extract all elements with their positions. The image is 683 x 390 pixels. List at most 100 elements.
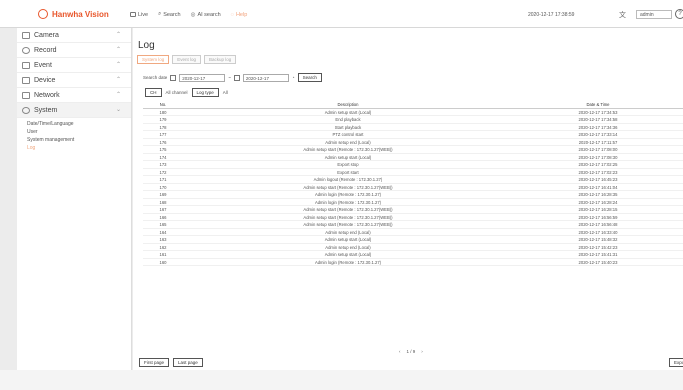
last-page-button[interactable]: Last page (173, 358, 203, 367)
row-datetime: 2020-12-17 16:56:48 (578, 222, 618, 227)
row-datetime: 2020-12-17 16:28:15 (578, 207, 618, 212)
next-page-button[interactable]: › (421, 349, 423, 354)
table-row[interactable]: 164 Admin setup end (Local) 2020-12-17 16:… (143, 229, 683, 236)
table-row[interactable]: 179 End playback 2020-12-17 17:34:58 (143, 116, 683, 124)
table-row[interactable]: 166 Admin setup start (Remote : 172.30.1.… (143, 214, 683, 221)
system-submenu: Date/Time/Language User System managemen… (17, 118, 131, 153)
row-number: 169 (159, 192, 167, 197)
row-number: 164 (159, 229, 167, 235)
nav-live[interactable]: Live (130, 11, 148, 18)
row-description: Admin setup end (Local) (325, 229, 371, 235)
row-description: Admin setup start (Remote : 172.30.1.27(… (303, 222, 393, 227)
table-row[interactable]: 169 Admin login (Remote : 172.30.1.27) 202… (143, 191, 683, 199)
table-row[interactable]: 165 Admin setup start (Remote : 172.30.1.… (143, 221, 683, 229)
submenu-system-management[interactable]: System management (27, 137, 131, 145)
log-tabs: System log Event log Backup log (137, 55, 237, 64)
table-row[interactable]: 180 Admin setup start (Local) 2020-12-17 1… (143, 109, 683, 116)
first-page-button[interactable]: First page (139, 358, 170, 367)
channel-button[interactable]: CH (145, 88, 162, 97)
sidebar-item-camera[interactable]: Camera ⌃ (17, 28, 131, 43)
sidebar-item-system[interactable]: System ⌄ (17, 103, 131, 118)
submenu-user[interactable]: User (27, 129, 131, 137)
page-title: Log (138, 40, 155, 51)
sidebar: Camera ⌃ Record ⌃ Event ⌃ Device ⌃ Network ⌃ … (17, 28, 132, 370)
column-header-datetime[interactable]: Date & Time (513, 101, 683, 108)
row-description: Admin setup start (Local) (324, 252, 372, 257)
clock-icon[interactable]: ◔ (292, 75, 295, 80)
export-button[interactable]: Export (669, 358, 683, 367)
row-number: 174 (159, 154, 167, 160)
table-row[interactable]: 167 Admin setup start (Remote : 172.30.1.… (143, 206, 683, 214)
table-row[interactable]: 175 Admin setup start (Remote : 172.30.1.… (143, 146, 683, 154)
calendar-icon[interactable] (233, 74, 240, 81)
row-datetime: 2020-12-17 16:28:24 (578, 199, 618, 205)
row-number: 177 (159, 132, 167, 137)
filter-row: CH All channel Log type All (145, 88, 228, 97)
table-row[interactable]: 173 Export stop 2020-12-17 17:02:25 (143, 161, 683, 169)
current-datetime: 2020-12-17 17:38:59 (528, 12, 575, 18)
row-datetime: 2020-12-17 16:56:59 (578, 214, 618, 220)
nav-search[interactable]: ⌕ Search (158, 11, 181, 18)
table-row[interactable]: 161 Admin setup start (Local) 2020-12-17 1… (143, 251, 683, 259)
table-row[interactable]: 176 Admin setup end (Local) 2020-12-17 17:… (143, 139, 683, 146)
tab-event-log[interactable]: Event log (172, 55, 202, 64)
sidebar-item-event[interactable]: Event ⌃ (17, 58, 131, 73)
prev-page-button[interactable]: ‹ (399, 349, 401, 354)
calendar-icon[interactable] (170, 74, 177, 81)
question-icon[interactable]: ? (675, 9, 683, 19)
row-description: Admin login (Remote : 172.30.1.27) (314, 192, 382, 197)
table-row[interactable]: 168 Admin login (Remote : 172.30.1.27) 202… (143, 199, 683, 206)
table-row[interactable]: 178 Start playback 2020-12-17 17:34:36 (143, 124, 683, 131)
nav-help[interactable]: ◌ Help (231, 11, 248, 18)
tab-backup-log[interactable]: Backup log (204, 55, 237, 64)
from-date-input[interactable]: 2020-12-17 (179, 73, 226, 82)
help-icon: ◌ (230, 11, 234, 18)
row-datetime: 2020-12-17 16:28:35 (578, 192, 618, 197)
table-row[interactable]: 170 Admin setup start (Remote : 172.30.1.… (143, 184, 683, 191)
table-row[interactable]: 174 Admin setup start (Local) 2020-12-17 1… (143, 154, 683, 161)
sidebar-item-device[interactable]: Device ⌃ (17, 73, 131, 88)
pagination: ‹ 1 / 9 › (399, 349, 423, 354)
sidebar-item-network[interactable]: Network ⌃ (17, 88, 131, 103)
logo-text: Hanwha Vision (52, 9, 109, 19)
event-icon (22, 61, 30, 69)
table-row[interactable]: 177 PTZ control start 2020-12-17 17:33:14 (143, 131, 683, 139)
submenu-log[interactable]: Log (27, 145, 131, 153)
log-type-button[interactable]: Log type (191, 88, 219, 97)
row-number: 178 (159, 124, 167, 130)
nav-ai-search[interactable]: ◎ AI search (191, 11, 221, 18)
table-row[interactable]: 160 Admin login (Remote : 172.30.1.27) 202… (143, 259, 683, 266)
table-row[interactable]: 163 Admin setup start (Local) 2020-12-17 1… (143, 236, 683, 244)
table-row[interactable]: 171 Admin logout (Remote : 172.30.1.27) 20… (143, 176, 683, 184)
row-datetime: 2020-12-17 17:11:57 (578, 139, 618, 145)
row-datetime: 2020-12-17 16:45:23 (578, 177, 618, 182)
row-number: 168 (159, 199, 167, 205)
page-indicator: 1 / 9 (406, 349, 416, 354)
row-number: 161 (159, 252, 167, 257)
row-description: Admin setup end (Local) (325, 139, 371, 145)
row-number: 160 (159, 259, 167, 265)
to-date-input[interactable]: 2020-12-17 (242, 73, 289, 82)
row-number: 172 (159, 169, 167, 175)
column-header-no[interactable]: No. (143, 101, 183, 108)
row-description: Admin setup start (Remote : 172.30.1.27(… (303, 214, 393, 220)
logo-icon (38, 9, 48, 19)
submenu-datetime[interactable]: Date/Time/Language (27, 121, 131, 129)
row-number: 173 (159, 162, 167, 167)
logo: Hanwha Vision (38, 9, 109, 19)
language-icon[interactable]: 文 (619, 10, 626, 20)
user-select[interactable]: admin (636, 10, 672, 19)
tab-system-log[interactable]: System log (137, 55, 170, 64)
table-row[interactable]: 162 Admin setup end (Local) 2020-12-17 15:… (143, 244, 683, 251)
column-header-description[interactable]: Description (183, 101, 513, 108)
top-nav: Live ⌕ Search ◎ AI search ◌ Help (130, 11, 247, 18)
row-description: Admin setup start (Remote : 172.30.1.27(… (303, 184, 393, 190)
search-button[interactable]: Search (297, 73, 322, 82)
bottom-buttons: First page Last page (139, 358, 203, 367)
sidebar-item-record[interactable]: Record ⌃ (17, 43, 131, 58)
table-row[interactable]: 172 Export start 2020-12-17 17:02:23 (143, 169, 683, 176)
search-date-label: Search date (143, 75, 168, 80)
camera-icon (22, 31, 30, 39)
row-datetime: 2020-12-17 17:34:36 (578, 124, 618, 130)
chevron-down-icon: ⌃ (115, 47, 121, 53)
